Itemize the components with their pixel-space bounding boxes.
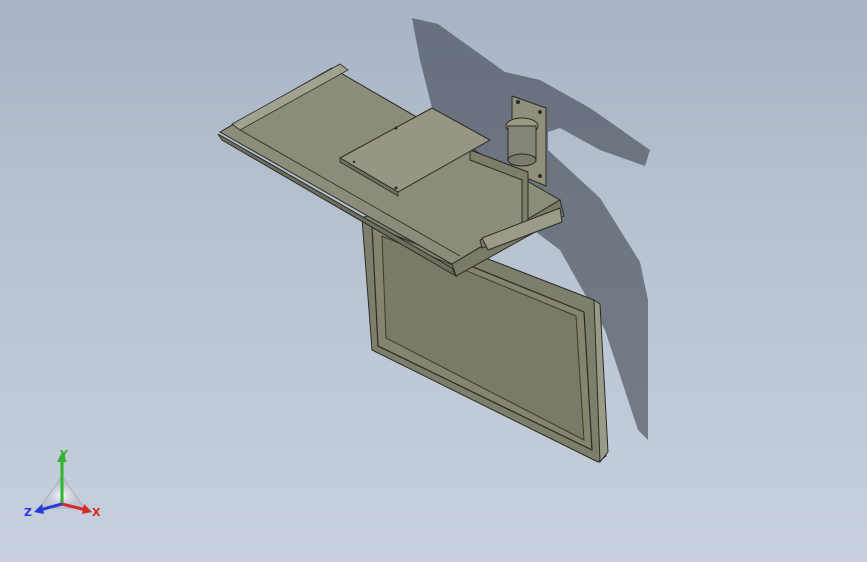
x-axis-label: X: [92, 506, 101, 519]
z-axis-label: Z: [24, 506, 32, 519]
graphics-viewport[interactable]: Y X Z: [0, 0, 867, 562]
y-axis-label: Y: [59, 448, 69, 461]
reference-triad[interactable]: Y X Z: [22, 446, 108, 526]
x-arrow-icon: [82, 504, 92, 514]
model-view[interactable]: [0, 0, 867, 562]
